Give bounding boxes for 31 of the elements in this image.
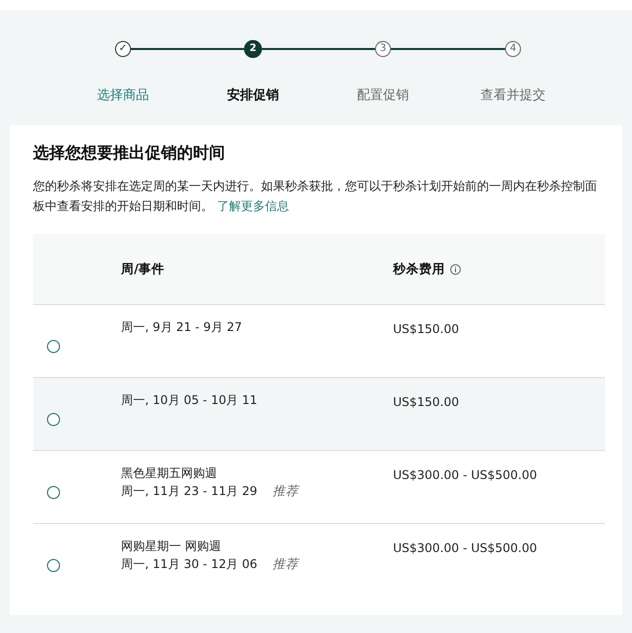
description-text: 您的秒杀将安排在选定周的某一天内进行。如果秒杀获批，您可以于秒杀计划开始前的一周内在秒杀控制面板中查看安排的开始日期和时间。 了解更多信息 [33, 178, 598, 215]
event-name: 网购星期一 网购週 [121, 538, 222, 555]
fee-text: US$300.00 - US$500.00 [393, 468, 538, 482]
step-indicator: 2 [244, 40, 262, 58]
fee-text: US$150.00 [393, 322, 460, 336]
section-title: 选择您想要推出促销的时间 [33, 143, 226, 164]
step-label: 查看并提交 [480, 87, 546, 104]
week-range: 周一, 11月 30 - 12月 06 [121, 556, 258, 573]
column-header: 秒杀费用 [393, 260, 445, 278]
recommended-tag: 推荐 [272, 482, 298, 500]
week-range: 周一, 11月 23 - 11月 29 [121, 483, 258, 500]
step-indicator: 3 [375, 41, 391, 57]
fee-text: US$150.00 [393, 395, 460, 409]
recommended-tag: 推荐 [272, 556, 298, 572]
step-indicator: 4 [505, 41, 521, 57]
fee-text: US$300.00 - US$500.00 [393, 541, 538, 555]
event-name: 黑色星期五网购週 [121, 465, 218, 482]
step-indicator: ✓ [115, 41, 131, 57]
radio-button[interactable] [47, 340, 60, 352]
radio-button[interactable] [47, 486, 60, 498]
radio-button[interactable] [47, 412, 60, 426]
step-label: 安排促销 [227, 86, 279, 104]
week-range: 周一, 9月 21 - 9月 27 [121, 319, 242, 336]
info-icon[interactable] [450, 264, 461, 274]
learn-more-link[interactable]: 了解更多信息 [216, 199, 289, 213]
radio-button[interactable] [47, 558, 60, 572]
column-header: 周/事件 [121, 260, 165, 278]
week-range: 周一, 10月 05 - 10月 11 [121, 392, 258, 409]
table-row[interactable]: 周一, 10月 05 - 10月 11 US$150.00 [33, 378, 605, 451]
step-label: 选择商品 [97, 87, 149, 104]
step-label: 配置促销 [357, 87, 409, 104]
